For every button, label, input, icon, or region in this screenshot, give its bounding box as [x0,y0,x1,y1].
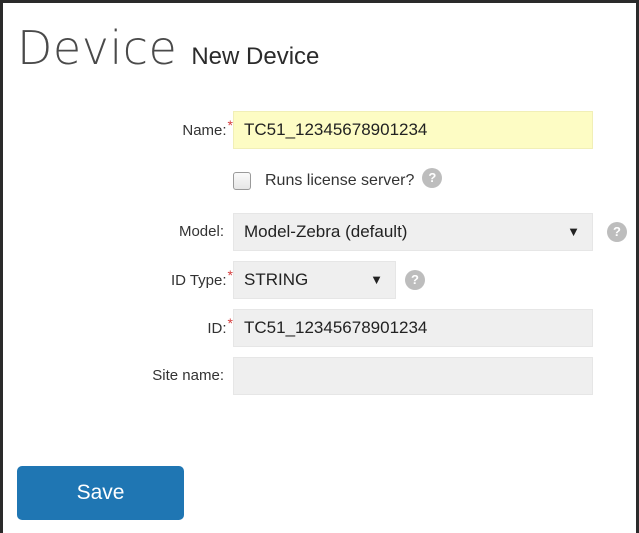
id-row: ID:* TC51_12345678901234 [3,309,639,347]
page-header: Device New Device [17,21,319,75]
runs-license-server-checkbox[interactable] [233,172,251,190]
chevron-down-icon: ▼ [370,272,383,287]
runs-license-server-label: Runs license server? [265,172,415,189]
site-name-label: Site name: [152,367,224,384]
page-subtitle: New Device [191,43,320,70]
runs-license-server-row: Runs license server? ? [233,168,443,194]
page-title: Device [17,21,178,75]
id-label: ID:* [207,315,233,337]
id-type-label: ID Type:* [170,267,233,289]
name-label: Name:* [182,117,233,139]
name-row: Name:* TC51_12345678901234 [3,111,639,149]
model-select[interactable]: Model-Zebra (default) ▼ [233,213,593,251]
site-name-input[interactable] [233,357,593,395]
device-form-panel: Device New Device Name:* TC51_1234567890… [0,0,639,533]
site-name-row: Site name: [3,357,639,395]
question-circle-icon[interactable]: ? [422,168,443,188]
id-input[interactable]: TC51_12345678901234 [233,309,593,347]
chevron-down-icon: ▼ [567,224,580,239]
model-label: Model: [178,223,224,240]
id-type-select[interactable]: STRING ▼ [233,261,396,299]
save-button[interactable]: Save [17,466,184,520]
name-input[interactable]: TC51_12345678901234 [233,111,593,149]
id-type-row: ID Type:* STRING ▼ ? [3,261,639,299]
question-circle-icon[interactable]: ? [607,222,627,242]
model-row: Model: Model-Zebra (default) ▼ ? [3,213,639,251]
question-circle-icon[interactable]: ? [405,270,425,290]
